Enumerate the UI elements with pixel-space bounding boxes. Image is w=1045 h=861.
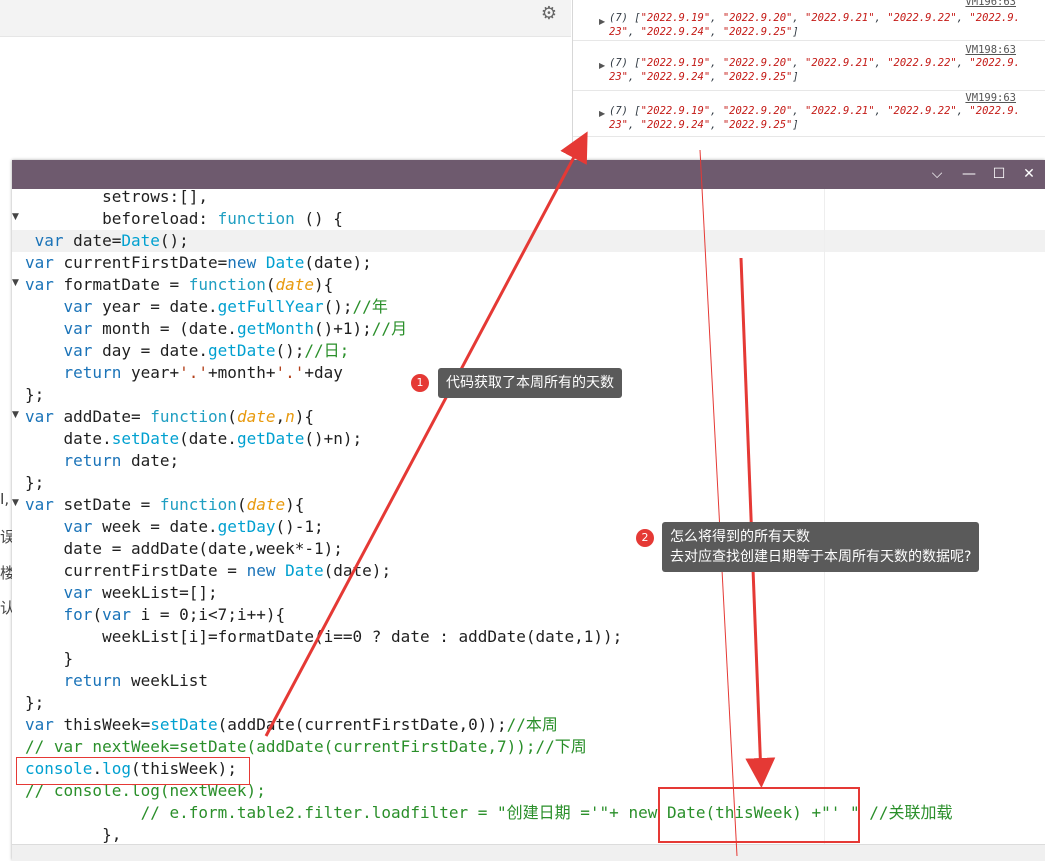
annotation-arrows bbox=[264, 131, 776, 857]
arrow-thin-guide bbox=[699, 149, 738, 857]
annotation-badge-1: 1 bbox=[411, 374, 429, 392]
arrow-to-new-date bbox=[739, 257, 776, 788]
annotation-tooltip-1: 代码获取了本周所有的天数 bbox=[438, 368, 622, 398]
arrow-to-console bbox=[264, 131, 588, 737]
annotation-badge-2: 2 bbox=[636, 529, 654, 547]
annotation-tooltip-2-line: 怎么将得到的所有天数 bbox=[670, 529, 810, 545]
annotation-tooltip-2-line: 去对应查找创建日期等于本周所有天数的数据呢? bbox=[670, 549, 972, 565]
annotation-tooltip-2: 怎么将得到的所有天数 去对应查找创建日期等于本周所有天数的数据呢? bbox=[662, 522, 980, 572]
